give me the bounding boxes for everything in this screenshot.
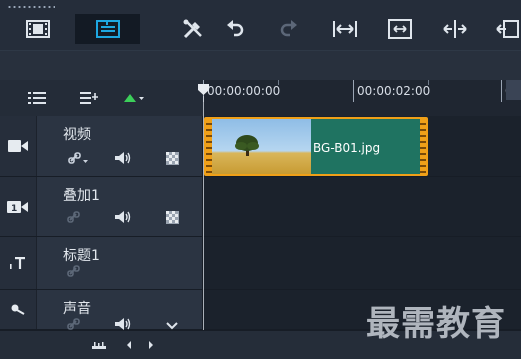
triangle-right-icon bbox=[149, 341, 153, 349]
clip-trim-handle-right[interactable] bbox=[420, 119, 426, 174]
overlay-camera-icon: 1 bbox=[7, 200, 28, 214]
zoom-to-fit-button[interactable] bbox=[90, 337, 108, 353]
speaker-icon bbox=[115, 152, 131, 164]
track-transparency-toggle[interactable] bbox=[163, 150, 181, 166]
track-header-toolbar bbox=[0, 80, 203, 116]
track-header[interactable]: 1 叠加1 bbox=[0, 177, 203, 236]
split-button[interactable] bbox=[440, 14, 470, 44]
undo-button[interactable] bbox=[222, 14, 248, 44]
video-camera-icon bbox=[8, 140, 28, 152]
svg-text:1: 1 bbox=[11, 204, 17, 214]
timeline-view-button[interactable] bbox=[75, 14, 140, 44]
ruler-label: 00:00:00:00 bbox=[207, 84, 281, 98]
fit-width-icon bbox=[333, 21, 357, 37]
track-manager-button[interactable] bbox=[28, 90, 46, 106]
split-icon bbox=[443, 20, 467, 38]
trim-frame-icon bbox=[388, 19, 412, 39]
track-list-icon bbox=[28, 92, 46, 104]
playhead-line[interactable] bbox=[203, 96, 204, 330]
undo-icon bbox=[227, 20, 244, 37]
track-icon-cell bbox=[0, 237, 37, 289]
ruler-label: 00:00:02:00 bbox=[357, 84, 431, 98]
watermark-text: 最需教育 bbox=[366, 304, 506, 344]
link-toggle[interactable] bbox=[66, 209, 84, 225]
track-icon-cell bbox=[0, 290, 37, 329]
track-lane[interactable] bbox=[204, 177, 521, 236]
toolbar-subbar bbox=[0, 50, 521, 80]
toolbar-grip[interactable] bbox=[7, 6, 55, 8]
zoom-icon bbox=[495, 20, 519, 38]
link-toggle[interactable] bbox=[68, 150, 90, 166]
link-icon bbox=[67, 318, 80, 330]
zoom-button[interactable] bbox=[494, 14, 521, 44]
redo-button[interactable] bbox=[276, 14, 302, 44]
mute-toggle[interactable] bbox=[114, 150, 132, 166]
scroll-left-button[interactable] bbox=[120, 337, 138, 353]
clip-thumbnail bbox=[212, 119, 311, 174]
tools-button[interactable] bbox=[180, 14, 206, 44]
timeline-ruler[interactable]: 00:00:00:00 00:00:02:00 0 bbox=[203, 80, 521, 116]
triangle-left-icon bbox=[127, 341, 131, 349]
redo-icon bbox=[280, 20, 297, 37]
add-list-icon bbox=[80, 92, 98, 104]
track-overlay: 1 叠加1 bbox=[0, 177, 521, 237]
filmstrip-icon bbox=[26, 20, 50, 38]
link-toggle[interactable] bbox=[66, 263, 84, 279]
link-icon bbox=[67, 211, 80, 223]
microphone-icon bbox=[11, 304, 25, 315]
track-icon-cell bbox=[0, 116, 37, 176]
ruler-zoom-icon bbox=[92, 342, 106, 349]
scroll-right-button[interactable] bbox=[142, 337, 160, 353]
track-header[interactable]: 标题1 bbox=[0, 237, 203, 289]
chapter-point-button[interactable] bbox=[80, 90, 98, 106]
trim-frame-button[interactable] bbox=[385, 14, 415, 44]
ruler-scroll-handle[interactable] bbox=[506, 80, 521, 100]
speaker-icon bbox=[115, 318, 131, 330]
fit-project-button[interactable] bbox=[330, 14, 360, 44]
track-header[interactable]: 视频 bbox=[0, 116, 203, 176]
track-title: 标题1 bbox=[0, 237, 521, 290]
main-toolbar bbox=[0, 0, 521, 50]
tree-thumbnail-image bbox=[235, 135, 259, 156]
track-icon-cell: 1 bbox=[0, 177, 37, 236]
mute-toggle[interactable] bbox=[114, 209, 132, 225]
track-label: 声音 bbox=[63, 301, 91, 317]
storyboard-view-button[interactable] bbox=[14, 14, 62, 44]
speaker-icon bbox=[115, 211, 131, 223]
timeline-clip[interactable]: BG-B01.jpg bbox=[204, 117, 428, 176]
track-label: 视频 bbox=[63, 127, 91, 143]
track-lane[interactable] bbox=[204, 237, 521, 289]
track-label: 标题1 bbox=[63, 248, 100, 264]
checker-icon bbox=[165, 151, 179, 165]
link-icon bbox=[68, 152, 88, 164]
playhead-marker-icon[interactable] bbox=[198, 84, 209, 95]
clip-filename: BG-B01.jpg bbox=[313, 141, 381, 155]
track-header[interactable]: 声音 bbox=[0, 290, 203, 330]
green-arrow-button[interactable] bbox=[122, 90, 146, 106]
timeline-icon bbox=[95, 20, 120, 38]
title-text-icon bbox=[10, 257, 25, 269]
checker-icon bbox=[165, 210, 179, 224]
link-icon bbox=[67, 265, 80, 277]
track-label: 叠加1 bbox=[63, 188, 100, 204]
track-transparency-toggle[interactable] bbox=[163, 209, 181, 225]
triangle-up-icon bbox=[124, 94, 144, 102]
tools-icon bbox=[183, 19, 202, 39]
